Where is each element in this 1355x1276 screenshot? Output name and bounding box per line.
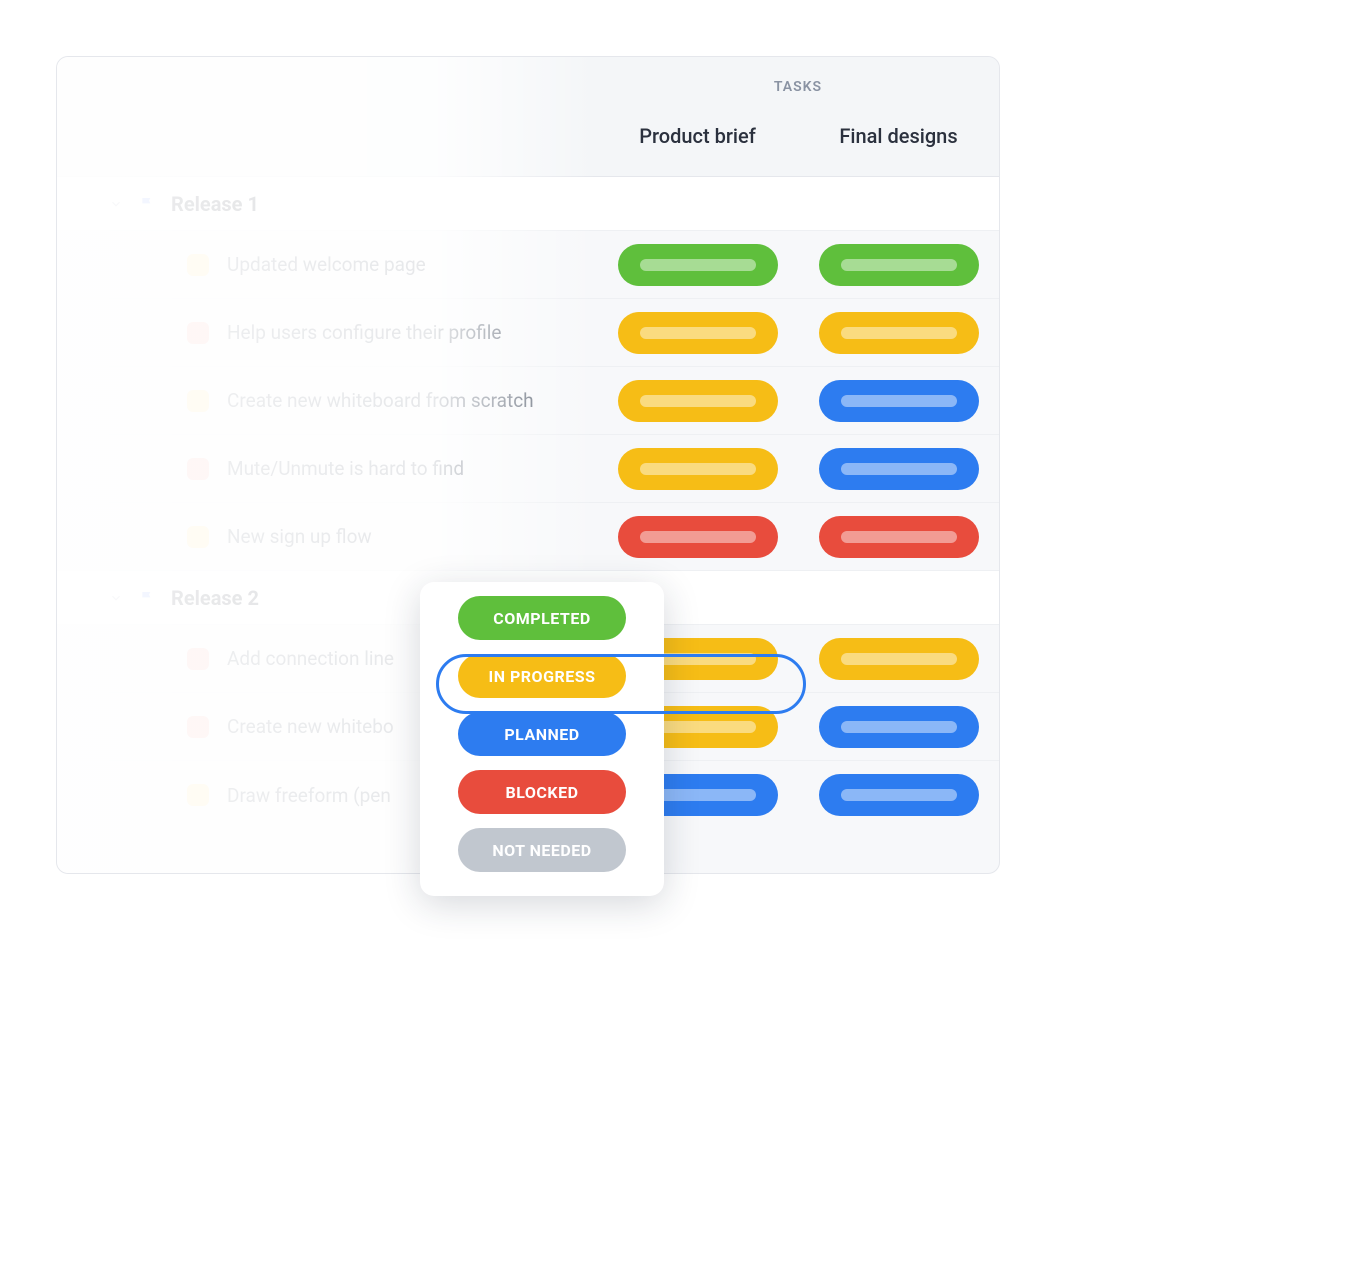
group-title: Release 2	[171, 586, 259, 610]
chevron-down-icon	[109, 197, 123, 211]
task-title: Help users configure their profile	[227, 321, 501, 344]
task-row[interactable]: Mute/Unmute is hard to find	[57, 435, 999, 503]
task-title: Updated welcome page	[227, 253, 426, 276]
column-header-final-designs[interactable]: Final designs	[798, 95, 999, 176]
task-row[interactable]: New sign up flow	[57, 503, 999, 571]
task-row[interactable]: Create new whiteboard from scratch	[57, 367, 999, 435]
group-title: Release 1	[171, 192, 259, 216]
status-option-in-progress[interactable]: IN PROGRESS	[458, 654, 626, 698]
priority-chip	[187, 526, 209, 548]
task-title: New sign up flow	[227, 525, 372, 548]
priority-chip	[187, 254, 209, 276]
flag-icon	[139, 196, 155, 212]
status-pill-in-progress[interactable]	[618, 380, 778, 422]
priority-chip	[187, 648, 209, 670]
task-title: Add connection line	[227, 647, 394, 670]
column-header-product-brief[interactable]: Product brief	[597, 95, 798, 176]
header-spacer	[57, 57, 597, 176]
status-pill-in-progress[interactable]	[819, 312, 979, 354]
task-row[interactable]: Updated welcome page	[57, 231, 999, 299]
task-row[interactable]: Help users configure their profile	[57, 299, 999, 367]
priority-chip	[187, 784, 209, 806]
status-option-blocked[interactable]: BLOCKED	[458, 770, 626, 814]
group-header-release-1[interactable]: Release 1	[57, 177, 999, 231]
tasks-section-label: TASKS	[597, 57, 999, 95]
flag-icon	[139, 590, 155, 606]
status-pill-blocked[interactable]	[618, 516, 778, 558]
status-pill-blocked[interactable]	[819, 516, 979, 558]
board-header: TASKS Product brief Final designs	[57, 57, 999, 177]
status-pill-in-progress[interactable]	[819, 638, 979, 680]
status-option-planned[interactable]: PLANNED	[458, 712, 626, 756]
task-title: Create new whitebo	[227, 715, 394, 738]
status-pill-planned[interactable]	[819, 380, 979, 422]
priority-chip	[187, 390, 209, 412]
task-title: Create new whiteboard from scratch	[227, 389, 534, 412]
header-columns: TASKS Product brief Final designs	[597, 57, 999, 176]
priority-chip	[187, 322, 209, 344]
status-option-not-needed[interactable]: NOT NEEDED	[458, 828, 626, 872]
task-title: Mute/Unmute is hard to find	[227, 457, 464, 480]
status-pill-planned[interactable]	[819, 706, 979, 748]
status-option-completed[interactable]: COMPLETED	[458, 596, 626, 640]
status-pill-planned[interactable]	[819, 774, 979, 816]
status-pill-completed[interactable]	[618, 244, 778, 286]
status-pill-in-progress[interactable]	[618, 448, 778, 490]
chevron-down-icon	[109, 591, 123, 605]
task-title: Draw freeform (pen	[227, 784, 391, 807]
priority-chip	[187, 716, 209, 738]
status-dropdown[interactable]: COMPLETED IN PROGRESS PLANNED BLOCKED NO…	[420, 582, 664, 896]
status-pill-completed[interactable]	[819, 244, 979, 286]
priority-chip	[187, 458, 209, 480]
status-pill-in-progress[interactable]	[618, 312, 778, 354]
status-pill-planned[interactable]	[819, 448, 979, 490]
